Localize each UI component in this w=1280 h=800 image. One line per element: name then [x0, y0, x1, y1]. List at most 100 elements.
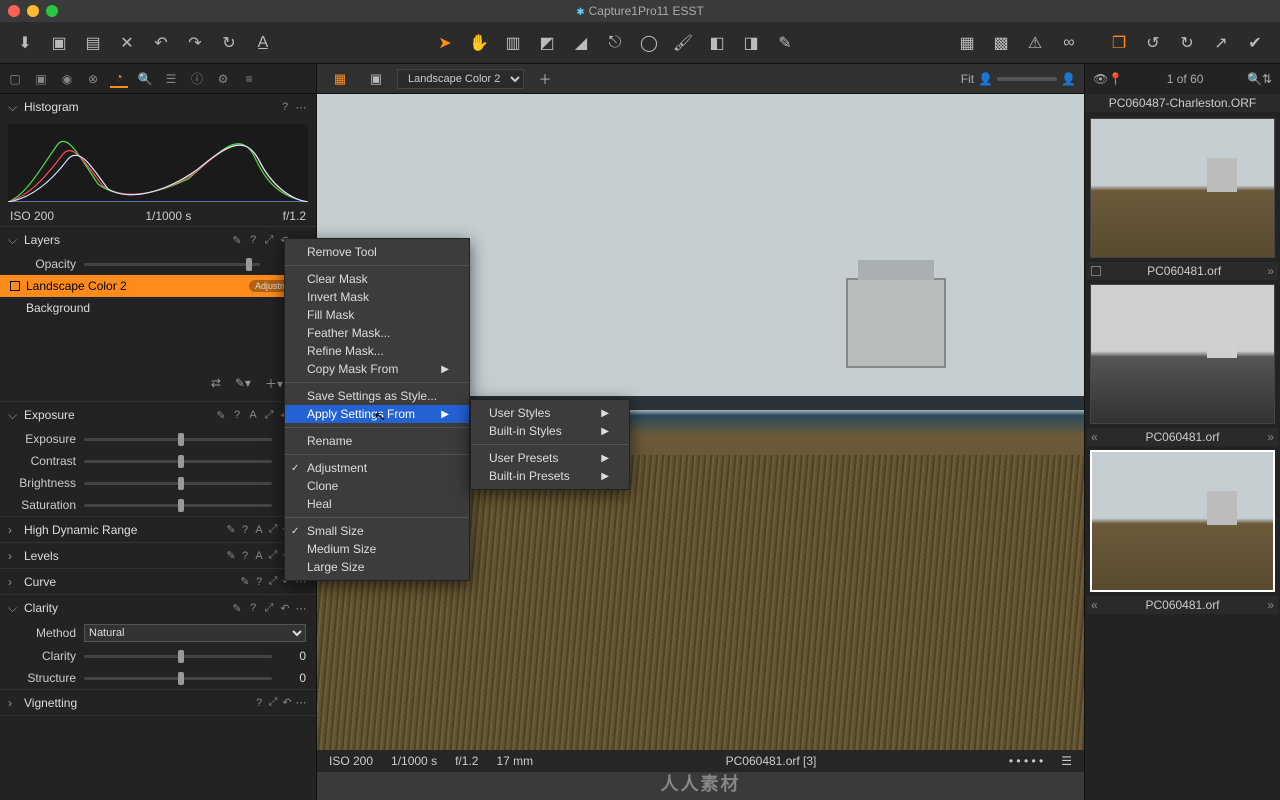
expand-icon[interactable]: ⤢ [262, 234, 276, 247]
submenu-user-presets[interactable]: User Presets▶ [471, 449, 629, 467]
export-icon[interactable]: ↗ [1208, 30, 1234, 56]
undo-icon[interactable]: ↶ [148, 30, 174, 56]
chevron-down-icon[interactable]: ⌵ [8, 100, 20, 115]
submenu-user-styles[interactable]: User Styles▶ [471, 404, 629, 422]
single-view-icon[interactable]: ▣ [363, 66, 389, 92]
contrast-slider[interactable] [84, 460, 272, 463]
menu-item-clone[interactable]: Clone [285, 477, 469, 495]
close-window-button[interactable] [8, 5, 20, 17]
rating-dots-icon[interactable]: • • • • • [1009, 754, 1043, 768]
rotate-left-icon[interactable]: ↺ [1140, 30, 1166, 56]
minimize-window-button[interactable] [27, 5, 39, 17]
person-icon[interactable]: 👤 [978, 72, 993, 86]
help-icon[interactable]: ? [246, 602, 260, 614]
expand-icon[interactable]: ⤢ [262, 409, 276, 422]
clarity-slider[interactable] [84, 655, 272, 658]
next-variant-icon[interactable]: » [1267, 430, 1274, 444]
lens-tab-icon[interactable]: ◉ [58, 70, 76, 88]
import-icon[interactable]: ⬇ [12, 30, 38, 56]
style-preset-select[interactable]: Landscape Color 2 [397, 69, 524, 89]
chevron-down-icon[interactable]: ⌵ [8, 233, 20, 248]
details-tab-icon[interactable]: 🔍 [136, 70, 154, 88]
focus-mask-icon[interactable]: ∞ [1056, 30, 1082, 56]
next-variant-icon[interactable]: » [1267, 598, 1274, 612]
library-tab-icon[interactable]: ▢ [6, 70, 24, 88]
layer-add-icon[interactable]: ＋▾ [265, 375, 283, 392]
method-select[interactable]: Natural [84, 624, 306, 642]
submenu-builtin-presets[interactable]: Built-in Presets▶ [471, 467, 629, 485]
help-icon[interactable]: ? [230, 409, 244, 421]
exposure-tab-icon[interactable]: ◔ [110, 70, 128, 88]
metadata-tab-icon[interactable]: ⓘ [188, 70, 206, 88]
cancel-icon[interactable]: ✕ [114, 30, 140, 56]
thumbnail[interactable]: 1 [1090, 118, 1275, 258]
select-tool-icon[interactable]: ➤ [432, 30, 458, 56]
chevron-down-icon[interactable]: ⌵ [8, 601, 20, 616]
brush-icon[interactable]: ✎ [214, 409, 228, 422]
thumbnail[interactable]: 3 [1090, 450, 1275, 592]
batch-tab-icon[interactable]: ≡ [240, 70, 258, 88]
brightness-slider[interactable] [84, 482, 272, 485]
exposure-warning-icon[interactable]: ▦ [954, 30, 980, 56]
menu-item-small-size[interactable]: ✓Small Size [285, 522, 469, 540]
eye-icon[interactable]: 👁 [1093, 72, 1108, 86]
grid-icon[interactable]: ▩ [988, 30, 1014, 56]
auto-icon[interactable]: A [246, 409, 260, 421]
menu-item-large-size[interactable]: Large Size [285, 558, 469, 576]
capture-tab-icon[interactable]: ▣ [32, 70, 50, 88]
gradient-tool-icon[interactable]: ◨ [738, 30, 764, 56]
more-icon[interactable]: ⋯ [294, 101, 308, 114]
keystone-tool-icon[interactable]: ⎋ [602, 30, 628, 56]
exposure-slider[interactable] [84, 438, 272, 441]
loupe-tool-icon[interactable]: ▥ [500, 30, 526, 56]
straighten-tool-icon[interactable]: ◢ [568, 30, 594, 56]
brush-icon[interactable]: ✎ [230, 602, 244, 615]
menu-item-feather-mask[interactable]: Feather Mask... [285, 324, 469, 342]
picker-tool-icon[interactable]: ✎ [772, 30, 798, 56]
annotate-icon[interactable]: A̲ [250, 30, 276, 56]
help-icon[interactable]: ? [246, 234, 260, 246]
submenu-builtin-styles[interactable]: Built-in Styles▶ [471, 422, 629, 440]
layer-adjust-icon[interactable]: ⇄ [211, 376, 221, 390]
add-preset-icon[interactable]: ＋ [532, 66, 558, 92]
help-icon[interactable]: ? [278, 101, 292, 113]
prev-variant-icon[interactable]: « [1091, 598, 1098, 612]
structure-slider[interactable] [84, 677, 272, 680]
menu-item-clear-mask[interactable]: Clear Mask [285, 270, 469, 288]
reset-icon[interactable]: ↻ [216, 30, 242, 56]
prev-variant-icon[interactable]: « [1091, 430, 1098, 444]
meta-menu-icon[interactable]: ☰ [1061, 754, 1072, 768]
folder-icon[interactable]: ▤ [80, 30, 106, 56]
opacity-slider[interactable] [84, 263, 260, 266]
spot-tool-icon[interactable]: ◯ [636, 30, 662, 56]
brush-tool-icon[interactable]: 🖌 [670, 30, 696, 56]
menu-item-remove-tool[interactable]: Remove Tool [285, 243, 469, 261]
layer-brush-icon[interactable]: ✎▾ [235, 376, 251, 390]
thumbnail[interactable]: 2 [1090, 284, 1275, 424]
layer-item[interactable]: Landscape Color 2 Adjustment [0, 275, 316, 297]
process-icon[interactable]: ✔ [1242, 30, 1268, 56]
redo-icon[interactable]: ↷ [182, 30, 208, 56]
expand-icon[interactable]: ⤢ [262, 602, 276, 615]
menu-item-rename[interactable]: Rename [285, 432, 469, 450]
output-tab-icon[interactable]: ⚙ [214, 70, 232, 88]
rotate-right-icon[interactable]: ↻ [1174, 30, 1200, 56]
sort-icon[interactable]: ⇅ [1262, 72, 1272, 86]
search-icon[interactable]: 🔍 [1247, 72, 1262, 86]
menu-item-invert-mask[interactable]: Invert Mask [285, 288, 469, 306]
reset-icon[interactable]: ↶ [278, 602, 292, 615]
menu-item-refine-mask[interactable]: Refine Mask... [285, 342, 469, 360]
thumb-checkbox[interactable] [1091, 266, 1101, 276]
zoom-window-button[interactable] [46, 5, 58, 17]
grid-view-icon[interactable]: ▦ [327, 66, 353, 92]
chevron-down-icon[interactable]: ⌵ [8, 408, 20, 423]
adjustments-tab-icon[interactable]: ☰ [162, 70, 180, 88]
layer-item[interactable]: Background [0, 297, 316, 319]
eraser-tool-icon[interactable]: ◧ [704, 30, 730, 56]
vignetting-section-header[interactable]: › Vignetting ?⤢↶⋯ [0, 690, 316, 716]
menu-item-adjustment[interactable]: ✓Adjustment [285, 459, 469, 477]
menu-item-medium-size[interactable]: Medium Size [285, 540, 469, 558]
brush-icon[interactable]: ✎ [230, 234, 244, 247]
warning-icon[interactable]: ⚠ [1022, 30, 1048, 56]
pan-tool-icon[interactable]: ✋ [466, 30, 492, 56]
